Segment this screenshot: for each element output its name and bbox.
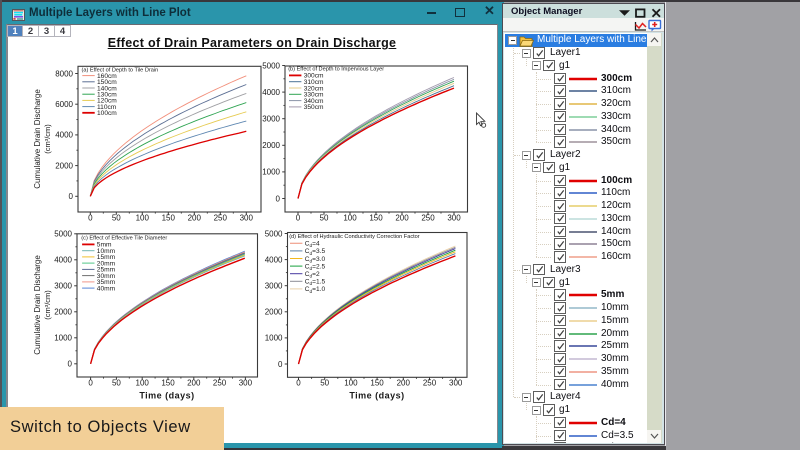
svg-text:300: 300 (239, 379, 253, 388)
svg-text:300: 300 (447, 214, 461, 223)
svg-text:0: 0 (276, 194, 281, 203)
svg-text:(cm³/cm): (cm³/cm) (43, 290, 52, 320)
svg-text:100cm: 100cm (97, 110, 117, 117)
svg-text:0: 0 (88, 214, 93, 223)
svg-text:100: 100 (343, 214, 357, 223)
svg-text:2000: 2000 (265, 308, 283, 317)
svg-text:150: 150 (370, 379, 384, 388)
svg-text:3000: 3000 (54, 282, 72, 291)
svg-text:50: 50 (320, 379, 329, 388)
svg-text:0: 0 (296, 214, 301, 223)
svg-text:100: 100 (344, 379, 358, 388)
svg-text:50: 50 (112, 214, 121, 223)
svg-text:300: 300 (240, 214, 254, 223)
svg-text:200: 200 (397, 379, 411, 388)
svg-text:150: 150 (161, 379, 175, 388)
svg-text:(cm³/cm): (cm³/cm) (43, 124, 52, 154)
svg-text:1000: 1000 (262, 168, 280, 177)
svg-text:40mm: 40mm (97, 285, 116, 292)
svg-text:1000: 1000 (54, 334, 72, 343)
svg-text:3000: 3000 (265, 282, 283, 291)
svg-text:1000: 1000 (265, 334, 283, 343)
svg-text:0: 0 (68, 360, 73, 369)
svg-text:4000: 4000 (265, 255, 283, 264)
svg-text:6000: 6000 (55, 100, 73, 109)
svg-text:4000: 4000 (54, 256, 72, 265)
svg-text:4000: 4000 (55, 131, 73, 140)
svg-text:Time (days): Time (days) (349, 391, 404, 401)
svg-text:250: 250 (421, 214, 435, 223)
svg-text:Cumulative Drain Discharge: Cumulative Drain Discharge (33, 89, 42, 189)
svg-text:250: 250 (213, 379, 227, 388)
svg-text:5000: 5000 (262, 61, 280, 70)
svg-text:(a) Effect of Depth to Tile Dr: (a) Effect of Depth to Tile Drain (82, 68, 159, 74)
svg-text:Cd=1.0: Cd=1.0 (305, 286, 326, 295)
svg-text:250: 250 (214, 214, 228, 223)
svg-text:2000: 2000 (55, 161, 73, 170)
svg-text:3000: 3000 (262, 115, 280, 124)
svg-text:(d) Effect of Hydraulic Conduc: (d) Effect of Hydraulic Conductivity Cor… (289, 234, 420, 240)
svg-text:0: 0 (88, 379, 93, 388)
svg-text:8000: 8000 (55, 69, 73, 78)
svg-text:50: 50 (112, 379, 121, 388)
svg-text:2000: 2000 (262, 141, 280, 150)
svg-text:350cm: 350cm (304, 104, 324, 111)
svg-text:(c) Effect of Effective Tile D: (c) Effect of Effective Tile Diameter (81, 236, 167, 242)
svg-text:(b) Effect of Depth to Impervi: (b) Effect of Depth to Impervious Layer (288, 67, 384, 73)
svg-text:200: 200 (188, 214, 202, 223)
svg-text:150: 150 (369, 214, 383, 223)
svg-text:5000: 5000 (265, 229, 283, 238)
svg-text:0: 0 (296, 379, 301, 388)
svg-text:200: 200 (187, 379, 201, 388)
svg-text:Time (days): Time (days) (139, 391, 194, 401)
svg-text:5000: 5000 (54, 230, 72, 239)
svg-text:2000: 2000 (54, 308, 72, 317)
svg-text:50: 50 (320, 214, 329, 223)
svg-text:0: 0 (69, 192, 74, 201)
svg-text:300: 300 (449, 379, 463, 388)
svg-text:100: 100 (136, 214, 150, 223)
svg-text:250: 250 (423, 379, 437, 388)
svg-text:Cumulative Drain Discharge: Cumulative Drain Discharge (33, 255, 42, 355)
svg-text:150: 150 (162, 214, 176, 223)
svg-text:0: 0 (278, 360, 283, 369)
svg-text:100: 100 (136, 379, 150, 388)
svg-text:200: 200 (395, 214, 409, 223)
svg-text:4000: 4000 (262, 88, 280, 97)
